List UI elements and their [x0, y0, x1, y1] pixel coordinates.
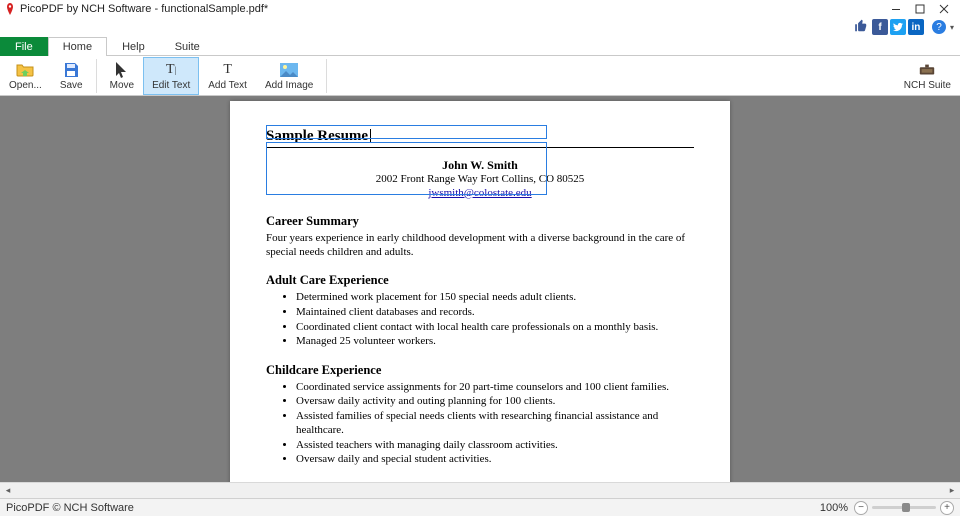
window-title: PicoPDF by NCH Software - functionalSamp…: [20, 3, 884, 15]
zoom-in-button[interactable]: +: [940, 501, 954, 515]
edit-text-icon: T|: [162, 61, 180, 79]
move-label: Move: [110, 80, 134, 91]
save-label: Save: [60, 80, 83, 91]
zoom-label: 100%: [820, 502, 848, 514]
app-icon: [4, 3, 16, 15]
pdf-page[interactable]: Sample Resume John W. Smith 2002 Front R…: [230, 101, 730, 482]
add-image-label: Add Image: [265, 80, 313, 91]
list-item[interactable]: Oversaw daily and special student activi…: [296, 453, 694, 467]
nch-suite-icon: [918, 61, 936, 79]
titlebar: PicoPDF by NCH Software - functionalSamp…: [0, 0, 960, 18]
add-image-button[interactable]: Add Image: [256, 57, 322, 95]
open-label: Open...: [9, 80, 42, 91]
maximize-button[interactable]: [908, 0, 932, 18]
minimize-button[interactable]: [884, 0, 908, 18]
doc-email-row[interactable]: jwsmith@colostate.edu: [266, 187, 694, 201]
add-text-button[interactable]: T Add Text: [199, 57, 256, 95]
open-button[interactable]: Open...: [0, 57, 51, 95]
list-item[interactable]: Assisted families of special needs clien…: [296, 410, 694, 438]
edit-text-button[interactable]: T| Edit Text: [143, 57, 199, 95]
statusbar: PicoPDF © NCH Software 100% − +: [0, 498, 960, 516]
child-bullets[interactable]: Coordinated service assignments for 20 p…: [266, 381, 694, 468]
zoom-out-button[interactable]: −: [854, 501, 868, 515]
text-cursor: [370, 129, 371, 143]
status-copyright: PicoPDF © NCH Software: [6, 502, 134, 514]
zoom-thumb[interactable]: [902, 503, 910, 512]
menubar: File Home Help Suite: [0, 36, 960, 56]
add-text-label: Add Text: [208, 80, 247, 91]
tab-file[interactable]: File: [0, 37, 48, 56]
section-emp-h[interactable]: Employment History: [266, 481, 694, 482]
facebook-icon[interactable]: f: [872, 19, 888, 35]
adult-bullets[interactable]: Determined work placement for 150 specia…: [266, 291, 694, 349]
doc-title-text: Sample Resume: [266, 127, 368, 146]
help-dropdown-icon[interactable]: ▾: [948, 23, 956, 32]
section-adult-h[interactable]: Adult Care Experience: [266, 273, 694, 289]
section-child-h[interactable]: Childcare Experience: [266, 363, 694, 379]
toolbar: Open... Save Move T| Edit Text T Add Tex…: [0, 56, 960, 96]
list-item[interactable]: Maintained client databases and records.: [296, 306, 694, 320]
help-icon[interactable]: ?: [932, 20, 946, 34]
list-item[interactable]: Oversaw daily activity and outing planni…: [296, 395, 694, 409]
like-icon[interactable]: [854, 19, 870, 35]
horizontal-scrollbar[interactable]: ◂ ▸: [0, 482, 960, 498]
document-area[interactable]: Sample Resume John W. Smith 2002 Front R…: [0, 96, 960, 482]
list-item[interactable]: Managed 25 volunteer workers.: [296, 335, 694, 349]
doc-address[interactable]: 2002 Front Range Way Fort Collins, CO 80…: [266, 173, 694, 187]
edit-text-label: Edit Text: [152, 80, 190, 91]
social-row: f in ? ▾: [0, 18, 960, 36]
section-career-summary-h[interactable]: Career Summary: [266, 214, 694, 230]
scroll-right-icon[interactable]: ▸: [944, 483, 960, 499]
add-text-icon: T: [219, 61, 237, 79]
zoom-slider[interactable]: − +: [854, 501, 954, 515]
list-item[interactable]: Determined work placement for 150 specia…: [296, 291, 694, 305]
move-button[interactable]: Move: [101, 57, 143, 95]
add-image-icon: [280, 61, 298, 79]
tab-home[interactable]: Home: [48, 37, 107, 56]
scroll-track[interactable]: [16, 484, 944, 498]
save-icon: [62, 61, 80, 79]
tab-help[interactable]: Help: [107, 37, 160, 56]
open-folder-icon: [16, 61, 34, 79]
tab-suite[interactable]: Suite: [160, 37, 215, 56]
save-button[interactable]: Save: [51, 57, 92, 95]
close-button[interactable]: [932, 0, 956, 18]
twitter-icon[interactable]: [890, 19, 906, 35]
zoom-track[interactable]: [872, 506, 936, 509]
doc-email[interactable]: jwsmith@colostate.edu: [428, 187, 531, 199]
move-cursor-icon: [113, 61, 131, 79]
doc-name[interactable]: John W. Smith: [266, 158, 694, 173]
doc-title[interactable]: Sample Resume: [266, 127, 694, 148]
linkedin-icon[interactable]: in: [908, 19, 924, 35]
nch-suite-button[interactable]: NCH Suite: [895, 57, 960, 95]
scroll-left-icon[interactable]: ◂: [0, 483, 16, 499]
list-item[interactable]: Assisted teachers with managing daily cl…: [296, 439, 694, 453]
nch-suite-label: NCH Suite: [904, 80, 951, 91]
list-item[interactable]: Coordinated client contact with local he…: [296, 321, 694, 335]
list-item[interactable]: Coordinated service assignments for 20 p…: [296, 381, 694, 395]
section-career-summary-p[interactable]: Four years experience in early childhood…: [266, 232, 694, 260]
